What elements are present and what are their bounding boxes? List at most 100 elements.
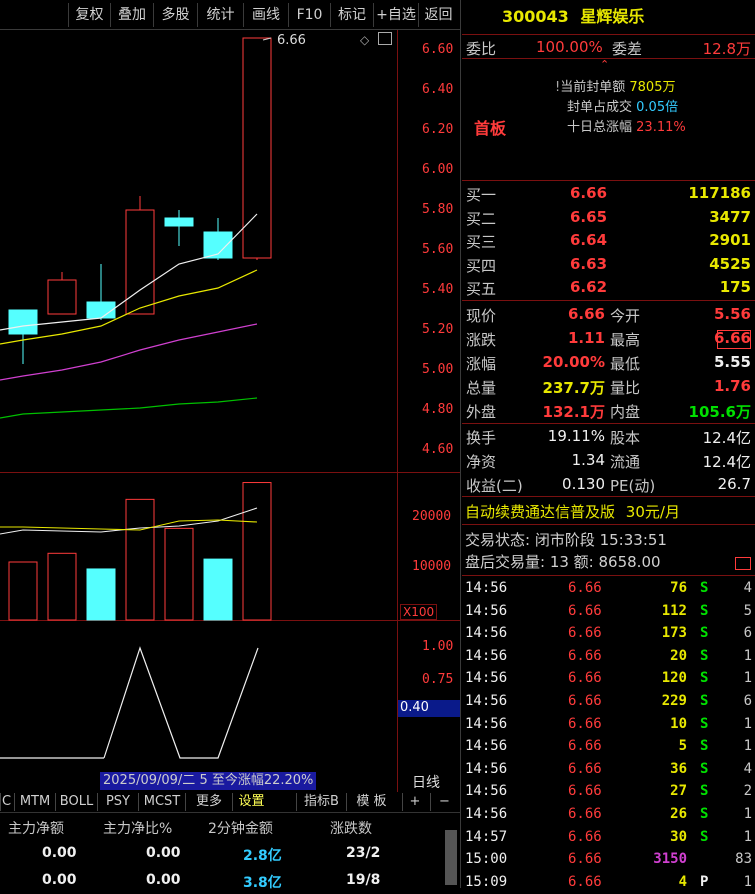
tick-row: 14:56 6.66 120 S 1	[462, 668, 755, 691]
weibi-row: 委比 100.00% 委差 12.8万	[462, 36, 755, 58]
tick-count: 5	[743, 602, 752, 619]
fund-flow-cell: 0.00	[146, 872, 181, 888]
stock-name: 星辉娱乐	[580, 7, 645, 26]
tick-price: 6.66	[568, 783, 602, 800]
panel-toggle-icon[interactable]	[378, 32, 392, 45]
seal-amount-value: 7805万	[629, 80, 676, 95]
toolbar-button-4[interactable]: 画线	[243, 3, 288, 27]
fund-value: 1.34	[571, 451, 605, 469]
tick-price: 6.66	[568, 851, 602, 868]
bid-volume: 2901	[709, 231, 751, 249]
quote-value: 1.11	[567, 329, 605, 347]
quote-label: 内盘	[610, 403, 641, 421]
moving-average-line	[0, 323, 258, 381]
tick-count: 2	[743, 783, 752, 800]
indicator-tab[interactable]: MCST	[138, 793, 185, 811]
indicator-tick: 0.75	[422, 672, 454, 687]
kline-chart[interactable]: 6.66	[0, 30, 397, 790]
indicator-tab[interactable]: 设置	[232, 793, 270, 811]
bid-volume: 4525	[709, 254, 751, 273]
tick-price: 6.66	[568, 738, 602, 755]
candle-body	[8, 309, 38, 335]
collapse-icon[interactable]: ⌃	[600, 58, 609, 71]
toolbar-button-0[interactable]: 复权	[68, 3, 110, 27]
indicator-tab[interactable]: +	[402, 793, 427, 811]
divider	[462, 496, 755, 497]
bid-row[interactable]: 买二 6.65 3477	[462, 206, 755, 228]
quote-label: 涨幅	[466, 355, 497, 373]
tick-time: 14:56	[465, 715, 508, 732]
fund-label: 流通	[610, 453, 641, 471]
fund-flow-cell: 3.8亿	[243, 875, 282, 891]
tick-time: 14:56	[465, 647, 508, 664]
diamond-icon[interactable]: ◇	[360, 33, 369, 47]
fundamental-row: 收益(二) 0.130 PE(动) 26.7	[462, 473, 755, 495]
price-tick: 4.60	[422, 442, 454, 457]
tick-count: 1	[743, 670, 752, 687]
bid-row[interactable]: 买四 6.63 4525	[462, 253, 755, 275]
tick-volume: 27	[670, 783, 687, 800]
title-divider	[462, 34, 755, 35]
tick-price: 6.66	[568, 760, 602, 777]
tick-time: 14:56	[465, 602, 508, 619]
tick-direction: S	[700, 625, 709, 642]
indicator-tab[interactable]: 更多	[185, 793, 232, 811]
bid-row[interactable]: 买三 6.64 2901	[462, 229, 755, 251]
promo-banner[interactable]: 自动续费通达信普及版 30元/月	[465, 501, 680, 522]
volume-bar	[242, 482, 272, 621]
volume-unit: X100	[400, 604, 438, 620]
promo-text: 自动续费通达信普及版	[465, 503, 616, 521]
indicator-tab[interactable]: 模 板	[346, 793, 396, 811]
toolbar-button-7[interactable]: +自选	[373, 3, 418, 27]
indicator-tick: 1.00	[422, 639, 454, 654]
bid-row[interactable]: 买一 6.66 117186	[462, 182, 755, 204]
tick-direction: S	[700, 828, 709, 845]
tick-price: 6.66	[568, 806, 602, 822]
tick-time: 15:09	[465, 873, 508, 890]
volume-tick: 10000	[412, 559, 452, 574]
volume-bar	[203, 558, 233, 621]
ten-day-value: 23.11%	[636, 120, 686, 135]
bid-row[interactable]: 买五 6.62 175	[462, 276, 755, 298]
indicator-tab[interactable]: MTM	[14, 793, 55, 811]
indicator-tab[interactable]: BOLL	[55, 793, 97, 811]
toolbar-button-3[interactable]: 统计	[197, 3, 243, 27]
tick-row: 14:56 6.66 26 S 1	[462, 804, 755, 827]
toolbar-button-1[interactable]: 叠加	[110, 3, 153, 27]
toolbar-button-5[interactable]: F10	[288, 3, 330, 27]
volume-bar	[47, 552, 77, 621]
indicator-tab[interactable]: −	[430, 793, 458, 811]
divider	[462, 300, 755, 301]
seal-ratio-value: 0.05倍	[636, 100, 679, 115]
indicator-line	[103, 646, 259, 759]
bid-volume: 117186	[688, 184, 751, 202]
tick-row: 14:56 6.66 112 S 5	[462, 601, 755, 624]
volume-bar	[125, 498, 155, 621]
fund-flow-cell: 0.00	[42, 845, 77, 861]
tick-row: 14:56 6.66 76 S 4	[462, 578, 755, 601]
tick-volume: 112	[661, 602, 687, 619]
tick-direction: S	[700, 715, 709, 732]
chart-icon[interactable]	[735, 557, 751, 570]
fund-label: 净资	[466, 453, 497, 471]
tick-row: 14:56 6.66 36 S 4	[462, 759, 755, 782]
indicator-tab[interactable]: 指标B	[296, 793, 346, 811]
bid-volume: 3477	[709, 207, 751, 226]
toolbar-button-2[interactable]: 多股	[153, 3, 197, 27]
toolbar-button-8[interactable]: 返回	[418, 3, 458, 27]
scrollbar[interactable]	[445, 830, 457, 885]
period-type[interactable]: 日线	[412, 772, 440, 792]
indicator-tab[interactable]: PSY	[97, 793, 138, 811]
tick-row: 15:09 6.66 4 P 1	[462, 872, 755, 894]
price-tick: 5.40	[422, 282, 454, 297]
toolbar-button-6[interactable]: 标记	[330, 3, 373, 27]
quote-value: 132.1万	[542, 403, 605, 421]
weicha-label: 委差	[612, 40, 643, 58]
bid-label: 买三	[466, 233, 497, 251]
divider	[462, 575, 755, 576]
indicator-current-value: 0.40	[398, 700, 460, 717]
indicator-tab[interactable]: C	[0, 793, 12, 811]
seal-amount-label: 当前封单额	[560, 80, 626, 95]
bid-label: 买二	[466, 209, 497, 228]
quote-label: 今开	[610, 307, 641, 325]
